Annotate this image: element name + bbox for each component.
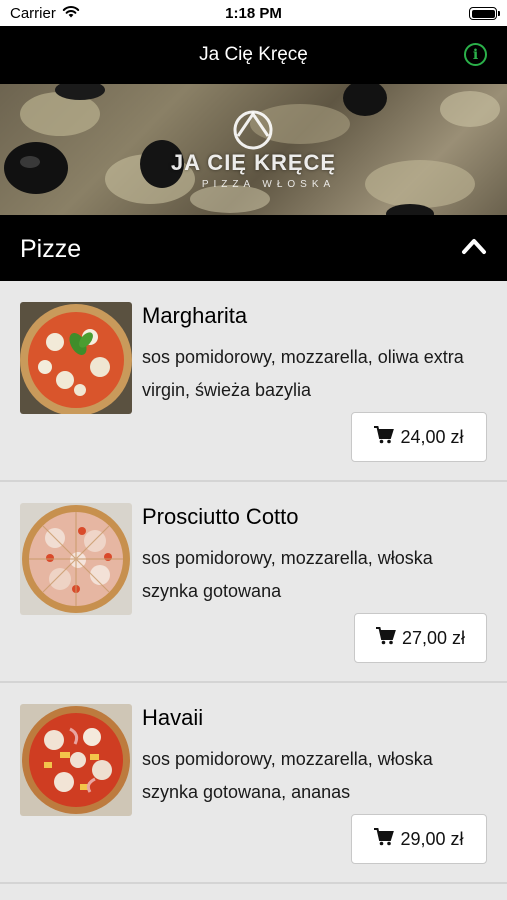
add-to-cart-button[interactable]: 29,00 zł	[351, 814, 487, 864]
banner-logo-text: JA CIĘ KRĘCĘ	[170, 150, 337, 175]
item-name: Prosciutto Cotto	[142, 504, 299, 529]
pizza-thumbnail	[20, 302, 132, 414]
add-to-cart-button[interactable]: 27,00 zł	[354, 613, 487, 663]
item-price: 24,00 zł	[400, 426, 464, 447]
status-time: 1:18 PM	[225, 5, 282, 22]
banner-image: JA CIĘ KRĘCĘ PIZZA WŁOSKA	[0, 84, 507, 215]
status-bar: Carrier 1:18 PM	[0, 0, 507, 26]
banner-logo-subtext: PIZZA WŁOSKA	[201, 179, 336, 190]
nav-bar: Ja Cię Kręcę i	[0, 26, 507, 84]
battery-icon	[469, 7, 500, 20]
nav-title: Ja Cię Kręcę	[199, 44, 308, 65]
item-price: 27,00 zł	[401, 627, 466, 648]
list-item[interactable]: Prosciutto Cotto sos pomidorowy, mozzare…	[0, 482, 507, 683]
add-to-cart-button[interactable]: 24,00 zł	[351, 412, 487, 462]
list-item[interactable]: Margharita sos pomidorowy, mozzarella, o…	[0, 281, 507, 482]
list-item[interactable]: Havaii sos pomidorowy, mozzarella, włosk…	[0, 683, 507, 884]
item-description: sos pomidorowy, mozzarella, oliwa extra …	[142, 347, 464, 400]
item-price: 29,00 zł	[400, 828, 464, 849]
info-icon[interactable]: i	[464, 43, 487, 66]
pizza-thumbnail	[20, 503, 132, 615]
item-description: sos pomidorowy, mozzarella, włoska szynk…	[142, 749, 433, 802]
item-name: Margharita	[142, 303, 248, 328]
menu-list: Margharita sos pomidorowy, mozzarella, o…	[0, 281, 507, 884]
section-title: Pizze	[20, 235, 82, 263]
pizza-thumbnail	[20, 704, 132, 816]
chevron-up-icon[interactable]	[461, 237, 487, 260]
cart-icon	[374, 827, 395, 851]
cart-icon	[374, 425, 395, 449]
cart-icon	[375, 626, 396, 650]
item-name: Havaii	[142, 705, 204, 730]
section-header-pizze[interactable]: Pizze	[0, 215, 507, 281]
item-description: sos pomidorowy, mozzarella, włoska szynk…	[142, 548, 433, 601]
